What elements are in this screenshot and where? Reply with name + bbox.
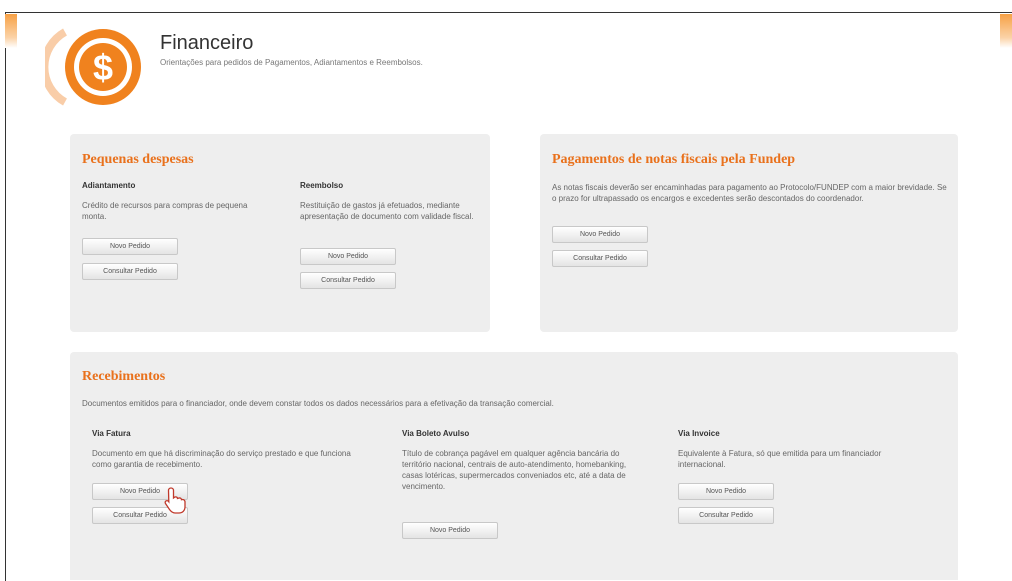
hand-cursor-icon — [164, 487, 186, 514]
page-subtitle: Orientações para pedidos de Pagamentos, … — [160, 58, 423, 67]
panel-pagamentos: Pagamentos de notas fiscais pela Fundep … — [540, 134, 958, 332]
reembolso-new-button[interactable]: Novo Pedido — [300, 248, 396, 265]
svg-text:$: $ — [93, 47, 113, 88]
fatura-text: Documento em que há discriminação do ser… — [92, 449, 351, 469]
adiantamento-heading: Adiantamento — [82, 181, 136, 190]
pagamentos-new-button[interactable]: Novo Pedido — [552, 226, 648, 243]
pagamentos-query-button[interactable]: Consultar Pedido — [552, 250, 648, 267]
adiantamento-query-button[interactable]: Consultar Pedido — [82, 263, 178, 280]
boleto-text: Título de cobrança pagável em qualquer a… — [402, 449, 627, 491]
reembolso-query-button[interactable]: Consultar Pedido — [300, 272, 396, 289]
boleto-new-button[interactable]: Novo Pedido — [402, 522, 498, 539]
invoice-query-button[interactable]: Consultar Pedido — [678, 507, 774, 524]
panel-title: Pagamentos de notas fiscais pela Fundep — [552, 152, 796, 167]
left-orange-tab — [5, 14, 17, 48]
fatura-heading: Via Fatura — [92, 429, 131, 438]
right-orange-tab — [1000, 14, 1012, 48]
panel-title: Recebimentos — [82, 369, 166, 384]
panel-recebimentos: Recebimentos Documentos emitidos para o … — [70, 352, 958, 580]
adiantamento-text: Crédito de recursos para compras de pequ… — [82, 201, 248, 221]
invoice-heading: Via Invoice — [678, 429, 720, 438]
invoice-text: Equivalente à Fatura, só que emitida par… — [678, 449, 882, 469]
dollar-coin-icon: $ — [45, 28, 141, 106]
panel-title: Pequenas despesas — [82, 152, 194, 167]
reembolso-text: Restituição de gastos já efetuados, medi… — [300, 201, 474, 221]
panel-pequenas-despesas: Pequenas despesas Adiantamento Crédito d… — [70, 134, 490, 332]
boleto-heading: Via Boleto Avulso — [402, 429, 470, 438]
reembolso-heading: Reembolso — [300, 181, 344, 190]
invoice-new-button[interactable]: Novo Pedido — [678, 483, 774, 500]
adiantamento-new-button[interactable]: Novo Pedido — [82, 238, 178, 255]
pagamentos-text: As notas fiscais deverão ser encaminhada… — [552, 183, 947, 203]
page-title: Financeiro — [160, 32, 254, 54]
recebimentos-intro: Documentos emitidos para o financiador, … — [82, 399, 554, 408]
